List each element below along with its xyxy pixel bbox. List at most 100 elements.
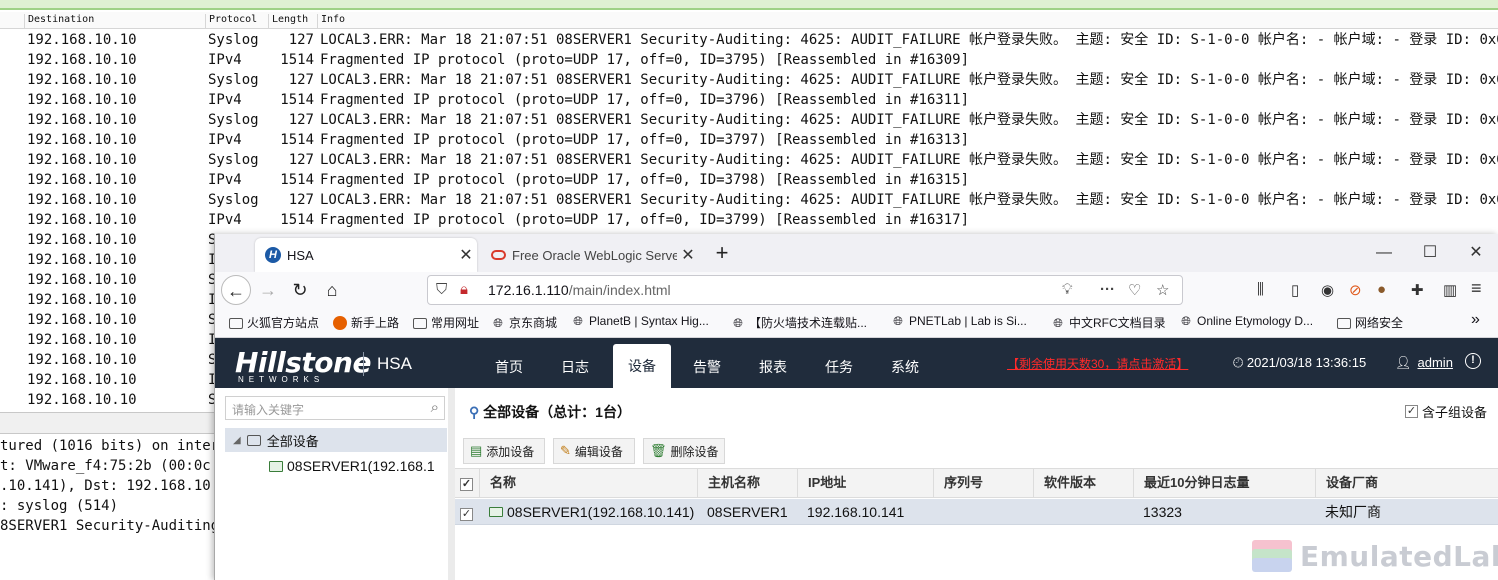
nav-logs[interactable]: 日志: [549, 338, 601, 388]
clock-icon: 🕘︎: [1233, 355, 1247, 370]
cookie-icon[interactable]: ●: [1377, 281, 1386, 298]
packet-row[interactable]: 192.168.10.10 Syslog 127 LOCAL3.ERR: Mar 18…: [0, 30, 1498, 50]
packet-row[interactable]: 192.168.10.10 Syslog 127 LOCAL3.ERR: Mar 18…: [0, 110, 1498, 130]
edit-device-button[interactable]: ✎ 编辑设备: [553, 438, 635, 464]
minimize-button[interactable]: —: [1361, 238, 1407, 268]
detail-line[interactable]: t: VMware_f4:75:2b (00:0c:2: [0, 456, 220, 476]
select-all-checkbox[interactable]: ✓: [460, 478, 473, 491]
column-serial[interactable]: 序列号: [933, 469, 1033, 497]
sidebar-icon[interactable]: ▯: [1291, 281, 1299, 299]
close-window-button[interactable]: ✕: [1453, 238, 1498, 268]
column-name[interactable]: 名称: [479, 469, 697, 497]
packet-row[interactable]: 192.168.10.10 IPv4 1514 Fragmented IP proto…: [0, 170, 1498, 190]
packet-row[interactable]: 192.168.10.10 IPv4 1514 Fragmented IP proto…: [0, 130, 1498, 150]
packet-row[interactable]: 192.168.10.10 Syslog 127 LOCAL3.ERR: Mar 18…: [0, 150, 1498, 170]
row-checkbox[interactable]: ✓: [460, 508, 473, 521]
tab-oracle[interactable]: Free Oracle WebLogic Server ✕: [481, 238, 699, 272]
add-device-button[interactable]: ▤ 添加设备: [463, 438, 545, 464]
packet-row[interactable]: 192.168.10.10 IPv4 1514 Fragmented IP proto…: [0, 50, 1498, 70]
column-log-volume[interactable]: 最近10分钟日志量: [1133, 469, 1315, 497]
nav-home[interactable]: 首页: [483, 338, 535, 388]
lightbulb-icon[interactable]: 💡︎: [1062, 281, 1073, 298]
trash-icon: 🗑︎: [650, 443, 667, 458]
url-host: 172.16.1.110: [488, 282, 569, 298]
nav-alerts[interactable]: 告警: [681, 338, 733, 388]
checkbox-checked-icon[interactable]: ✓: [1404, 405, 1418, 418]
bookmark-item[interactable]: 🌐︎ PNETLab | Lab is Si...: [891, 314, 1027, 328]
bookmark-item[interactable]: 🌐︎ PlanetB | Syntax Hig...: [571, 314, 709, 328]
folder-icon: [413, 318, 427, 329]
tab-hsa[interactable]: H HSA ✕: [255, 238, 477, 272]
url-bar[interactable]: ⛉ 🔒︎ 172.16.1.110/main/index.html 💡︎ ···…: [427, 275, 1183, 305]
packet-row[interactable]: 192.168.10.10 IPv4 1514 Fragmented IP proto…: [0, 90, 1498, 110]
menu-icon[interactable]: ≡: [1471, 278, 1482, 299]
cell-software-version: [1033, 499, 1043, 525]
globe-icon: 🌐︎: [1053, 315, 1063, 330]
include-subgroup-checkbox[interactable]: ✓ 含子组设备: [1404, 402, 1487, 421]
bookmark-item[interactable]: 🌐︎ Online Etymology D...: [1179, 314, 1313, 328]
column-vendor[interactable]: 设备厂商: [1315, 469, 1498, 497]
header-separator: [363, 352, 364, 376]
nav-devices[interactable]: 设备: [613, 344, 671, 388]
blocker-icon[interactable]: ⊘: [1349, 281, 1362, 299]
column-software-version[interactable]: 软件版本: [1033, 469, 1133, 497]
tree-node-device[interactable]: 08SERVER1(192.168.1: [269, 458, 435, 474]
detail-line[interactable]: .10.141), Dst: 192.168.10.1: [0, 476, 220, 496]
reload-icon[interactable]: ↻: [285, 275, 315, 305]
close-tab-icon[interactable]: ✕: [677, 245, 699, 265]
star-bookmark-icon[interactable]: ☆: [1156, 281, 1169, 299]
column-info[interactable]: Info: [317, 14, 1497, 29]
nav-reports[interactable]: 报表: [747, 338, 799, 388]
packet-row[interactable]: 192.168.10.10 Syslog 127 LOCAL3.ERR: Mar 18…: [0, 190, 1498, 210]
pocket-icon[interactable]: ♡: [1128, 281, 1141, 299]
account-icon[interactable]: ◉: [1321, 281, 1334, 299]
tree-node-all-devices[interactable]: ◢ 全部设备: [225, 428, 447, 452]
new-tab-button[interactable]: +: [707, 238, 737, 268]
close-tab-icon[interactable]: ✕: [455, 245, 477, 265]
globe-icon: 🌐︎: [893, 314, 903, 328]
column-destination[interactable]: Destination: [24, 14, 204, 29]
bookmark-item[interactable]: 新手上路: [333, 314, 399, 331]
app-header: Hillstone NETWORKS HSA 首页 日志 设备 告警 报表 任务…: [215, 338, 1498, 388]
maximize-button[interactable]: ☐: [1407, 238, 1453, 268]
column-protocol[interactable]: Protocol: [205, 14, 267, 29]
collapse-icon[interactable]: ◢: [233, 435, 241, 446]
back-icon[interactable]: ←: [221, 275, 251, 305]
detail-line[interactable]: : syslog (514): [0, 496, 220, 516]
cell-log-volume: 13323: [1143, 504, 1182, 520]
packet-row[interactable]: 192.168.10.10 Syslog 127 LOCAL3.ERR: Mar 18…: [0, 70, 1498, 90]
insecure-lock-icon[interactable]: 🔒︎: [460, 281, 468, 298]
packet-row[interactable]: 192.168.10.10 IPv4 1514 Fragmented IP proto…: [0, 210, 1498, 230]
user-link[interactable]: admin: [1418, 355, 1453, 370]
bookmark-item[interactable]: 🌐︎ 【防火墙技术连载贴...: [731, 314, 867, 331]
library-icon[interactable]: ⫼: [1257, 281, 1264, 298]
settings-icon[interactable]: ▥: [1443, 281, 1457, 299]
bookmark-item[interactable]: 🌐︎ 中文RFC文档目录: [1051, 314, 1165, 331]
bookmark-item[interactable]: 🌐︎ 京东商城: [491, 314, 557, 331]
shield-icon[interactable]: ⛉: [436, 281, 447, 298]
info-icon[interactable]: !: [1465, 353, 1481, 369]
table-row[interactable]: ✓ 08SERVER1(192.168.10.141) 08SERVER1 19…: [455, 499, 1498, 525]
bookmark-item[interactable]: 网络安全: [1337, 314, 1403, 331]
trial-activation-link[interactable]: 【剩余使用天数30，请点击激活】: [1007, 355, 1188, 372]
nav-system[interactable]: 系统: [879, 338, 931, 388]
search-input[interactable]: 请输入关键字 ⌕: [225, 396, 445, 420]
column-ip[interactable]: IP地址: [797, 469, 933, 497]
delete-device-button[interactable]: 🗑︎ 删除设备: [643, 438, 725, 464]
more-actions-icon[interactable]: ···: [1100, 281, 1115, 298]
column-hostname[interactable]: 主机名称: [697, 469, 797, 497]
bookmarks-overflow-button[interactable]: »: [1471, 311, 1480, 329]
column-length[interactable]: Length: [268, 14, 316, 29]
extensions-icon[interactable]: ✚: [1411, 281, 1424, 299]
home-icon[interactable]: ⌂: [317, 275, 347, 305]
bookmark-item[interactable]: 常用网址: [413, 314, 479, 331]
server-icon: [489, 507, 503, 517]
cell-name: 08SERVER1(192.168.10.141): [507, 504, 695, 520]
bookmark-item[interactable]: 火狐官方站点: [229, 314, 319, 331]
forward-icon[interactable]: →: [253, 275, 283, 305]
nav-tasks[interactable]: 任务: [813, 338, 865, 388]
detail-line[interactable]: 8SERVER1 Security-Auditing:: [0, 516, 220, 536]
search-icon[interactable]: ⌕: [431, 399, 439, 416]
detail-line[interactable]: tured (1016 bits) on interf: [0, 436, 220, 456]
folder-icon: [1337, 318, 1351, 329]
